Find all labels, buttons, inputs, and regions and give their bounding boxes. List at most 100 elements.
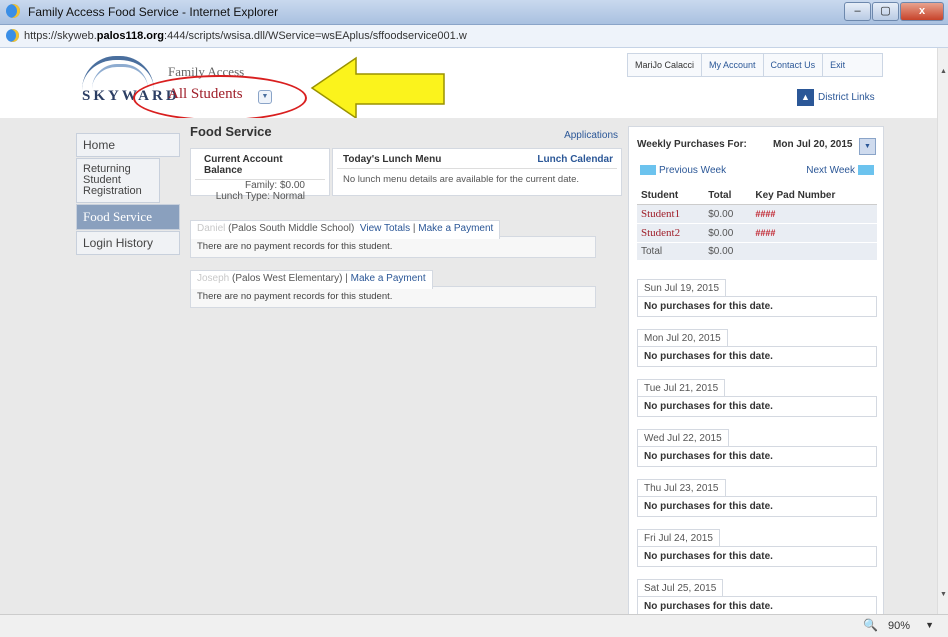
- next-week-label: Next Week: [806, 165, 855, 176]
- payment-message: There are no payment records for this st…: [197, 291, 393, 302]
- student-school: (Palos West Elementary): [232, 273, 343, 284]
- exit-link[interactable]: Exit: [822, 54, 852, 76]
- total-cell: $0.00: [704, 242, 752, 261]
- account-balance-heading: Current Account Balance: [195, 149, 325, 180]
- next-week-link[interactable]: Next Week: [806, 165, 877, 176]
- weekly-summary-table: Student Total Key Pad Number Student1 $0…: [637, 187, 877, 261]
- my-account-link[interactable]: My Account: [701, 54, 763, 76]
- keypad-cell: ####: [751, 223, 877, 243]
- table-row: Total $0.00: [637, 242, 877, 261]
- column-header: Student: [637, 187, 705, 205]
- total-label-cell: Total: [637, 242, 705, 261]
- window-controls: – ▢ x: [843, 2, 944, 21]
- nav-item-home[interactable]: Home: [76, 133, 180, 157]
- make-a-payment-link[interactable]: Make a Payment: [351, 273, 426, 284]
- link-separator: |: [412, 223, 416, 234]
- student-name: Joseph: [197, 273, 230, 284]
- weekly-purchases-label: Weekly Purchases For:: [637, 139, 747, 150]
- student-school: (Palos South Middle School): [228, 223, 355, 234]
- day-message: No purchases for this date.: [637, 396, 877, 417]
- day-date-tab: Wed Jul 22, 2015: [637, 429, 729, 446]
- column-header: Total: [704, 187, 752, 205]
- day-purchases: Thu Jul 23, 2015 No purchases for this d…: [637, 479, 877, 517]
- nav-item-login-history[interactable]: Login History: [76, 231, 180, 255]
- day-message: No purchases for this date.: [637, 346, 877, 367]
- table-row: Student1 $0.00 ####: [637, 204, 877, 224]
- food-service-main: Food Service Applications Current Accoun…: [190, 124, 622, 308]
- arrow-right-icon: [858, 165, 874, 176]
- day-date-tab: Sun Jul 19, 2015: [637, 279, 727, 296]
- day-date-tab: Sat Jul 25, 2015: [637, 579, 724, 596]
- day-message: No purchases for this date.: [637, 446, 877, 467]
- window-title-bar: Family Access Food Service - Internet Ex…: [0, 0, 948, 25]
- top-links-bar: MariJo Calacci My Account Contact Us Exi…: [627, 53, 883, 77]
- view-totals-link[interactable]: View Totals: [360, 223, 410, 234]
- day-purchases: Wed Jul 22, 2015 No purchases for this d…: [637, 429, 877, 467]
- day-purchases: Sun Jul 19, 2015 No purchases for this d…: [637, 279, 877, 317]
- arrow-left-icon: [640, 165, 656, 176]
- keypad-cell: [751, 242, 877, 261]
- day-message: No purchases for this date.: [637, 546, 877, 567]
- previous-week-label: Previous Week: [659, 165, 727, 176]
- keypad-cell: ####: [751, 204, 877, 224]
- student-tab: Daniel (Palos South Middle School) View …: [190, 220, 501, 239]
- lunch-calendar-link[interactable]: Lunch Calendar: [537, 154, 613, 165]
- nav-item-returning-student-registration[interactable]: Returning Student Registration: [76, 158, 160, 203]
- yellow-annotation-arrow: [310, 56, 445, 120]
- column-header: Key Pad Number: [751, 187, 877, 205]
- page-title: Food Service: [190, 124, 272, 139]
- day-purchases: Mon Jul 20, 2015 No purchases for this d…: [637, 329, 877, 367]
- day-date-tab: Tue Jul 21, 2015: [637, 379, 726, 396]
- weekly-purchases-date: Mon Jul 20, 2015: [773, 139, 853, 150]
- applications-link[interactable]: Applications: [564, 130, 618, 141]
- zoom-dropdown-icon[interactable]: ▼: [925, 620, 934, 630]
- left-navigation: Home Returning Student Registration Food…: [76, 133, 180, 256]
- day-message: No purchases for this date.: [637, 296, 877, 317]
- day-message: No purchases for this date.: [637, 496, 877, 517]
- close-button[interactable]: x: [900, 2, 944, 21]
- previous-week-link[interactable]: Previous Week: [637, 165, 726, 176]
- lunch-menu-box: Today's Lunch Menu Lunch Calendar No lun…: [332, 148, 622, 196]
- district-building-icon: ▲: [797, 89, 814, 106]
- vertical-scrollbar[interactable]: ▲ ▼: [937, 48, 948, 614]
- calendar-icon[interactable]: ▼: [859, 138, 876, 155]
- maximize-button[interactable]: ▢: [872, 2, 899, 21]
- nav-item-food-service[interactable]: Food Service: [76, 204, 180, 230]
- student-tab: Joseph (Palos West Elementary) | Make a …: [190, 270, 433, 289]
- contact-us-link[interactable]: Contact Us: [762, 54, 823, 76]
- window-title: Family Access Food Service - Internet Ex…: [28, 5, 279, 19]
- page-favicon-icon: [6, 29, 19, 42]
- table-header-row: Student Total Key Pad Number: [637, 187, 877, 205]
- total-cell: $0.00: [704, 223, 752, 243]
- district-links-label: District Links: [818, 92, 875, 103]
- day-purchases: Sat Jul 25, 2015 No purchases for this d…: [637, 579, 877, 617]
- family-balance: Family: $0.00: [244, 180, 305, 191]
- district-links[interactable]: ▲ District Links: [797, 89, 875, 106]
- week-navigation: Previous Week Next Week: [637, 165, 877, 181]
- zoom-level[interactable]: 90%: [888, 620, 910, 632]
- link-separator: |: [345, 273, 348, 284]
- address-url[interactable]: https://skyweb.palos118.org:444/scripts/…: [24, 30, 467, 42]
- scroll-down-icon[interactable]: ▼: [940, 591, 947, 598]
- page-header: SKYWARD Family Access All Students ▼ Mar…: [0, 48, 938, 121]
- lunch-menu-message: No lunch menu details are available for …: [343, 174, 580, 185]
- student-payment-box: Joseph (Palos West Elementary) | Make a …: [190, 270, 596, 308]
- user-name: MariJo Calacci: [635, 60, 695, 70]
- day-date-tab: Fri Jul 24, 2015: [637, 529, 720, 546]
- red-annotation-ellipse: [133, 75, 307, 121]
- address-bar[interactable]: https://skyweb.palos118.org:444/scripts/…: [0, 25, 948, 48]
- day-date-tab: Mon Jul 20, 2015: [637, 329, 728, 346]
- day-date-tab: Thu Jul 23, 2015: [637, 479, 726, 496]
- table-row: Student2 $0.00 ####: [637, 223, 877, 243]
- internet-explorer-icon: [6, 4, 20, 18]
- day-purchases: Fri Jul 24, 2015 No purchases for this d…: [637, 529, 877, 567]
- make-a-payment-link[interactable]: Make a Payment: [418, 223, 493, 234]
- total-cell: $0.00: [704, 204, 752, 224]
- account-balance-box: Current Account Balance Family: $0.00 Lu…: [190, 148, 330, 202]
- day-purchases: Tue Jul 21, 2015 No purchases for this d…: [637, 379, 877, 417]
- minimize-button[interactable]: –: [844, 2, 871, 21]
- scroll-up-icon[interactable]: ▲: [940, 68, 947, 75]
- lunch-type: Lunch Type: Normal: [215, 191, 305, 202]
- status-bar: 🔍 90% ▼: [0, 614, 948, 637]
- zoom-icon[interactable]: 🔍: [863, 618, 878, 632]
